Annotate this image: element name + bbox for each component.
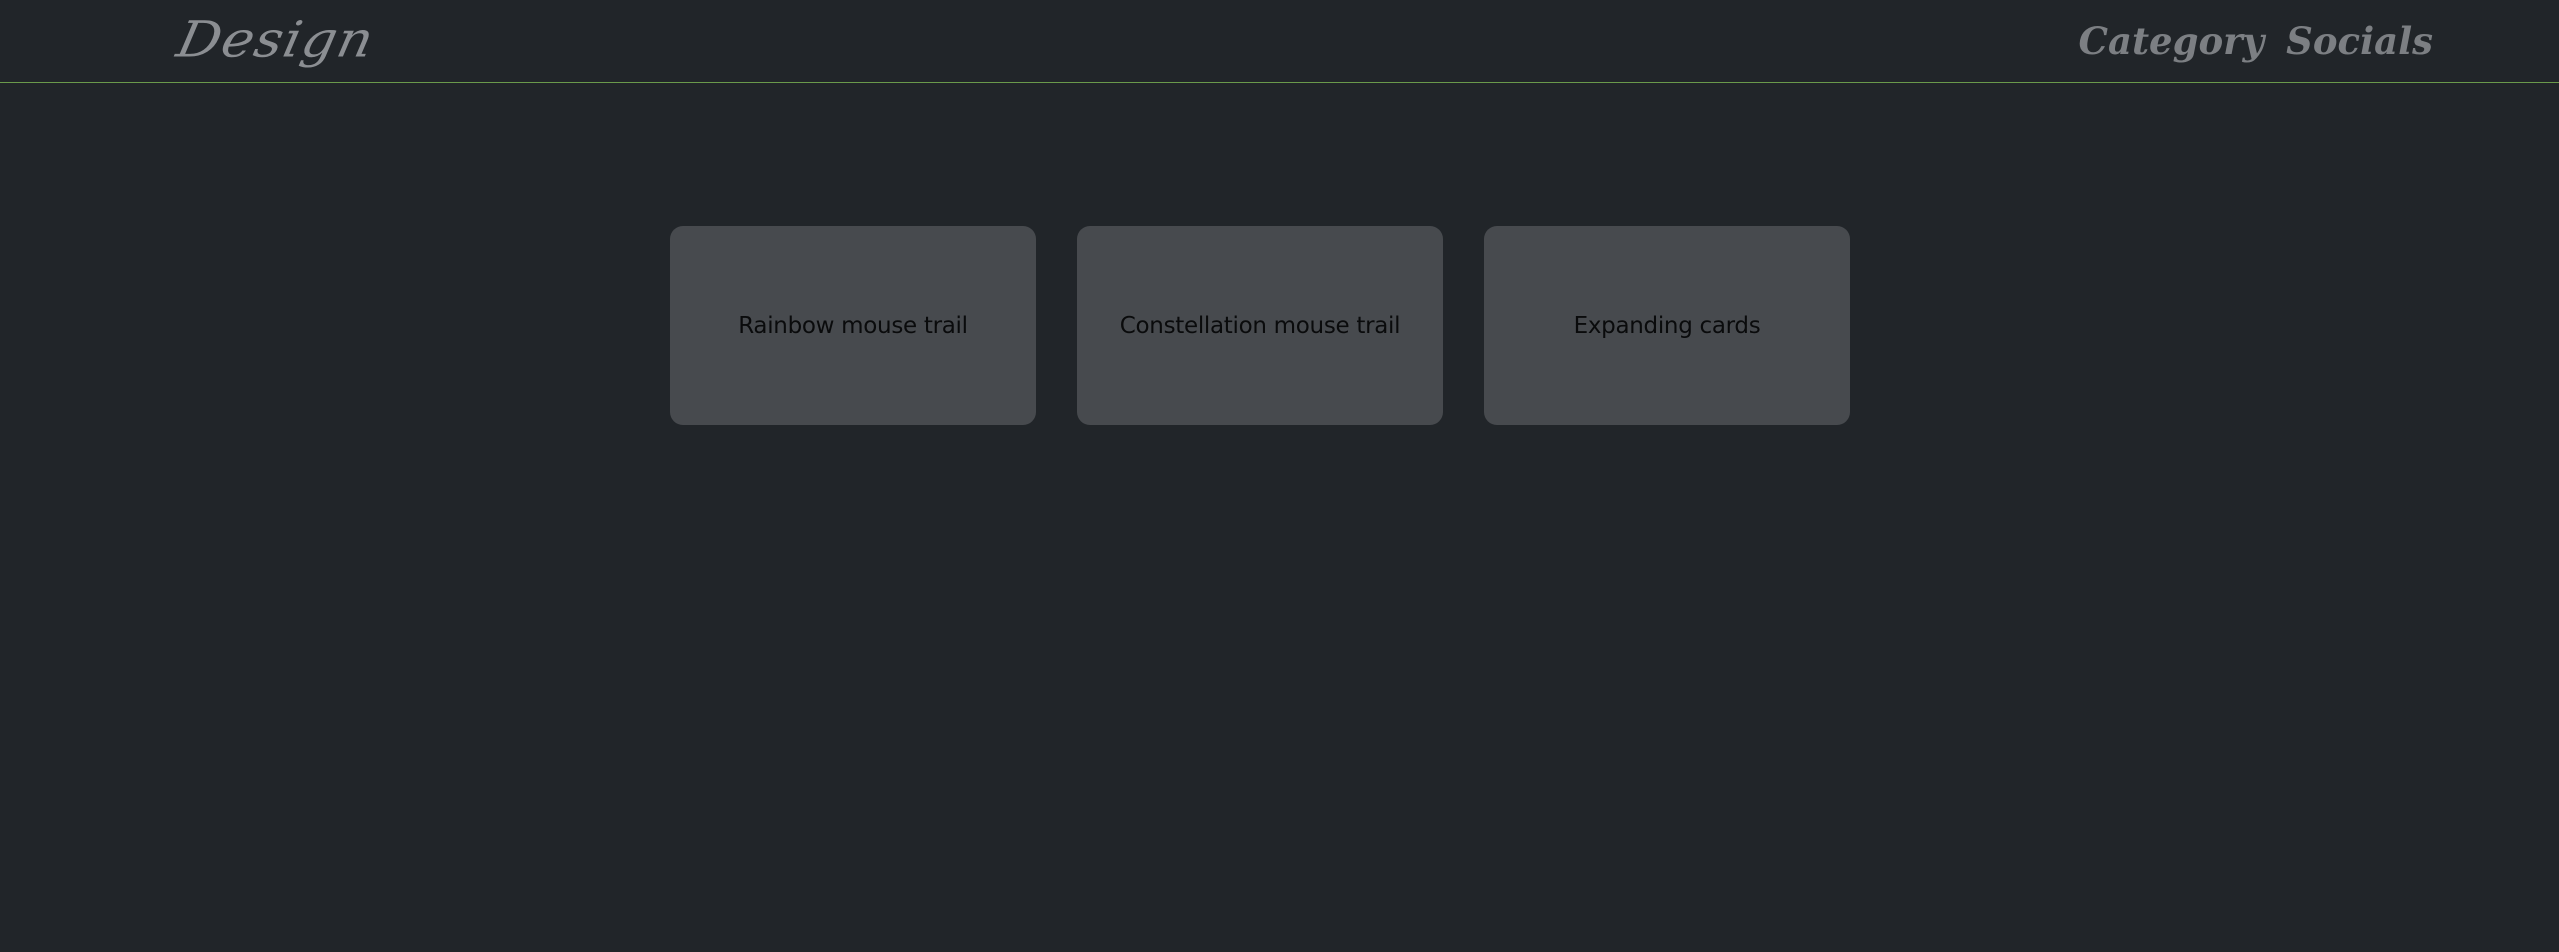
nav-link-socials[interactable]: Socials xyxy=(2286,19,2433,63)
project-card-grid: Rainbow mouse trail Constellation mouse … xyxy=(670,226,1850,425)
card-label: Constellation mouse trail xyxy=(1119,312,1401,339)
card-expanding-cards[interactable]: Expanding cards xyxy=(1484,226,1850,425)
card-label: Rainbow mouse trail xyxy=(738,312,968,339)
site-header: Design Category Socials xyxy=(0,0,2559,83)
nav-link-category[interactable]: Category xyxy=(2079,19,2265,63)
card-constellation-mouse-trail[interactable]: Constellation mouse trail xyxy=(1077,226,1443,425)
card-rainbow-mouse-trail[interactable]: Rainbow mouse trail xyxy=(670,226,1036,425)
card-label: Expanding cards xyxy=(1573,312,1761,339)
site-logo[interactable]: Design xyxy=(172,11,380,69)
main-nav: Category Socials xyxy=(2079,14,2433,68)
